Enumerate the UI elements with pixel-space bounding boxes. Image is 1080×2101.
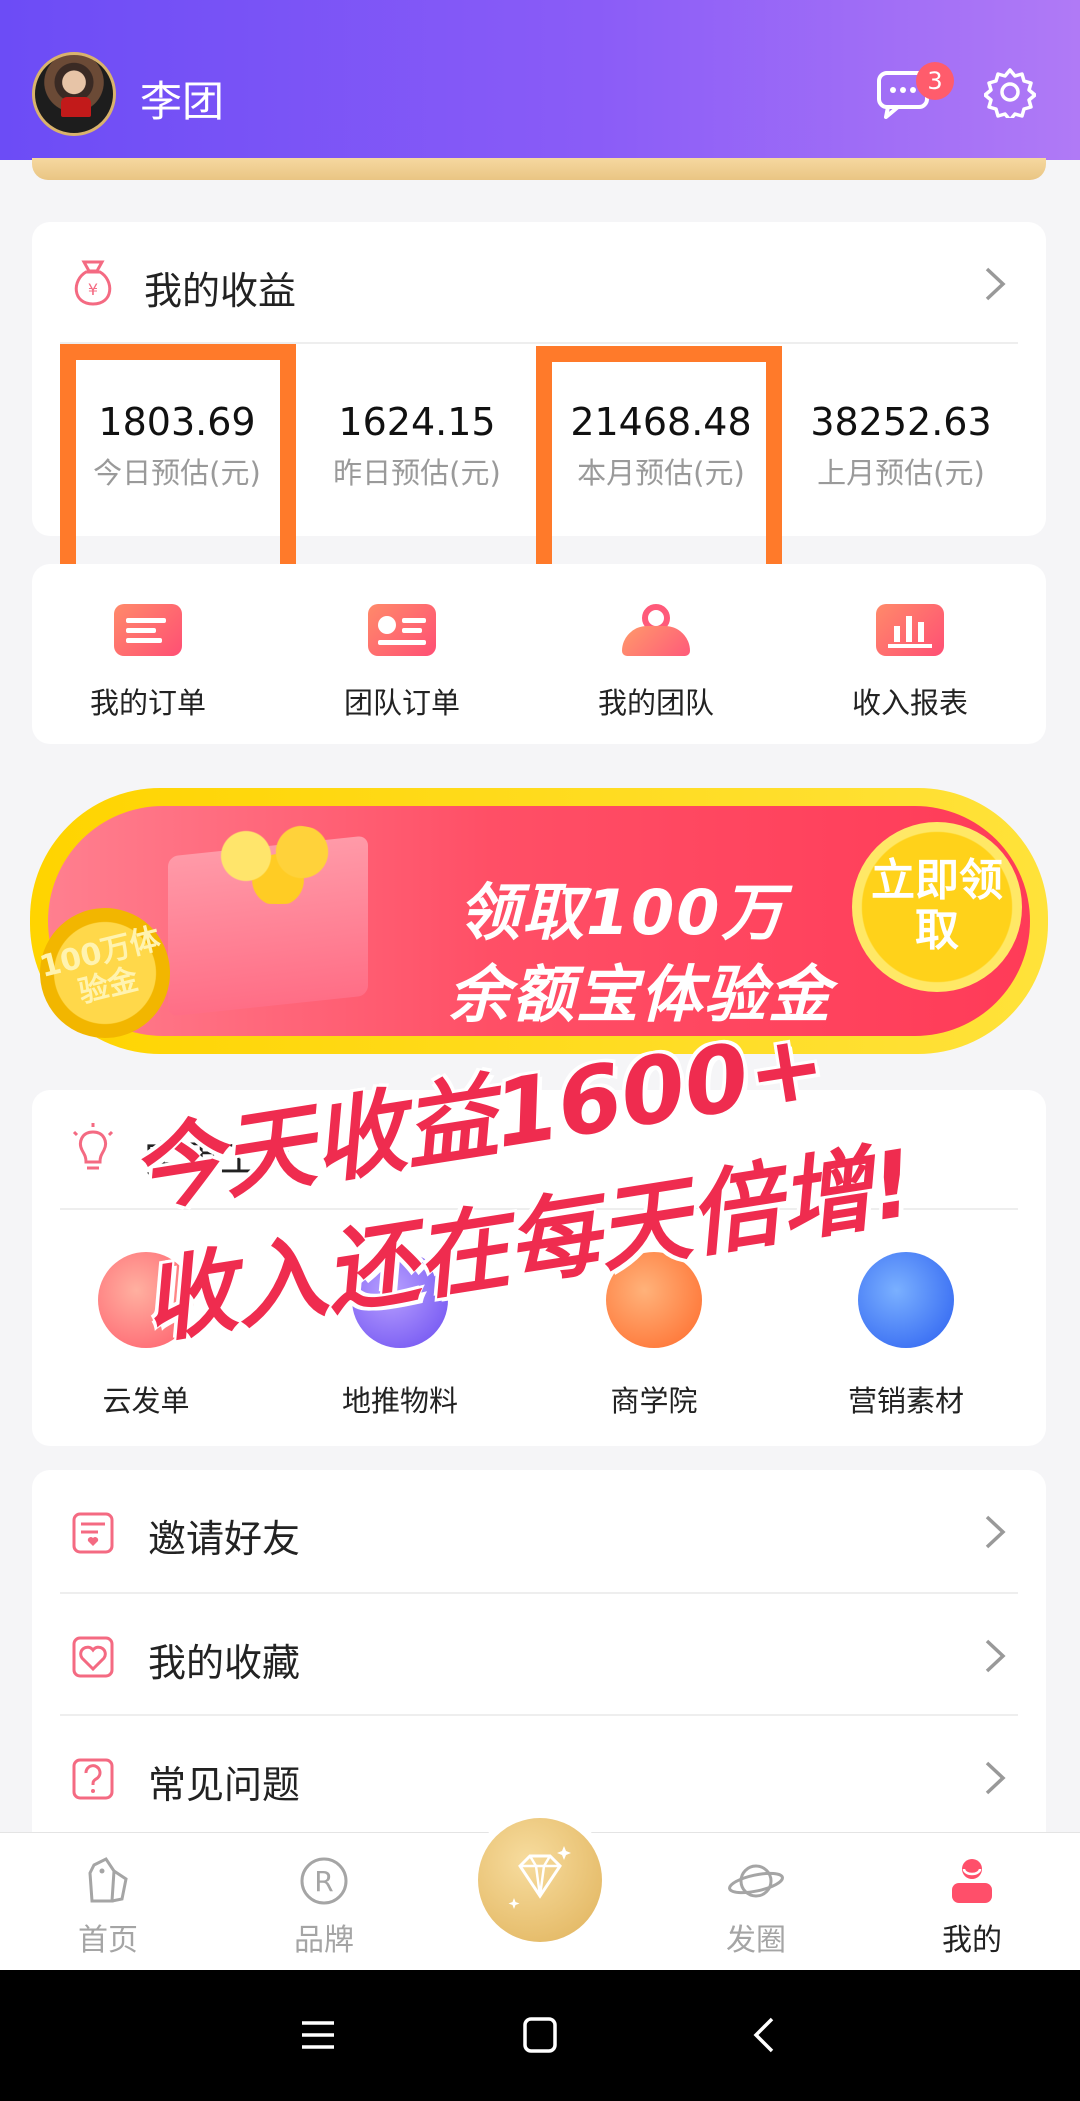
stat-yesterday[interactable]: 1624.15 昨日预估(元) (302, 400, 532, 492)
quick-label: 我的订单 (89, 686, 206, 720)
tab-label: 我的 (942, 1923, 1002, 1958)
favorite-icon (72, 1636, 114, 1678)
tool-marketing[interactable]: 营销素材 (796, 1252, 1016, 1420)
chevron-right-icon (985, 267, 1006, 301)
chevron-right-icon (985, 1515, 1006, 1549)
banner-subline: 余额宝体验金 (448, 958, 833, 1031)
report-icon (876, 604, 944, 656)
banner-headline: 领取100万 (458, 876, 786, 949)
tab-mine[interactable]: 我的 (892, 1833, 1052, 1971)
quick-income-report[interactable]: 收入报表 (810, 604, 1010, 722)
menu-invite-friends[interactable]: 邀请好友 (32, 1470, 1046, 1592)
academy-icon (606, 1252, 702, 1348)
team-icon (622, 604, 690, 656)
stat-value: 38252.63 (810, 400, 992, 444)
lightbulb-icon (72, 1123, 114, 1170)
quick-label: 团队订单 (343, 686, 460, 720)
stat-last-month[interactable]: 38252.63 上月预估(元) (786, 400, 1016, 492)
tool-materials[interactable]: 地推物料 (290, 1252, 510, 1420)
avatar[interactable] (32, 52, 116, 136)
quick-my-orders[interactable]: 我的订单 (48, 604, 248, 722)
tool-label: 营销素材 (847, 1384, 964, 1418)
quick-label: 收入报表 (851, 686, 968, 720)
tab-label: 品牌 (294, 1923, 354, 1958)
promo-banner[interactable]: 领取100万 余额宝体验金 100万体验金 立即领取 (26, 788, 1048, 1054)
tab-label: 发圈 (726, 1923, 786, 1958)
tab-label: 首页 (78, 1923, 138, 1958)
menu-favorites[interactable]: 我的收藏 (32, 1594, 1046, 1716)
gear-icon[interactable] (984, 66, 1036, 118)
cloud-send-icon (98, 1252, 194, 1348)
tools-card: 实用工具 云发单 地推物料 商学院 营销素材 (32, 1090, 1046, 1446)
quick-team-orders[interactable]: 团队订单 (302, 604, 502, 722)
tool-academy[interactable]: 商学院 (544, 1252, 764, 1420)
brand-icon: R (300, 1857, 348, 1905)
home-square-icon[interactable] (522, 2016, 558, 2054)
chevron-right-icon (985, 1639, 1006, 1673)
invite-icon (72, 1512, 114, 1554)
stat-value: 1624.15 (338, 400, 496, 444)
system-nav-bar (0, 1970, 1080, 2101)
marketing-icon (858, 1252, 954, 1348)
planet-icon (728, 1864, 784, 1898)
order-icon (114, 604, 182, 656)
highlight-box-month (536, 346, 782, 592)
faq-icon (72, 1758, 114, 1800)
quick-label: 我的团队 (597, 686, 714, 720)
tab-moments[interactable]: 发圈 (676, 1833, 836, 1971)
materials-icon (352, 1252, 448, 1348)
svg-text:¥: ¥ (88, 280, 98, 299)
back-icon[interactable] (752, 2016, 776, 2054)
coins-illustration (198, 824, 358, 904)
quick-actions-card: 我的订单 团队订单 我的团队 收入报表 (32, 564, 1046, 744)
divider (60, 1208, 1018, 1210)
chevron-right-icon (985, 1761, 1006, 1795)
home-bag-icon (88, 1857, 128, 1903)
earnings-title: 我的收益 (144, 269, 297, 313)
tool-label: 云发单 (102, 1384, 190, 1418)
message-badge: 3 (916, 62, 954, 100)
tool-label: 地推物料 (341, 1384, 458, 1418)
team-order-icon (368, 604, 436, 656)
tool-label: 商学院 (610, 1384, 698, 1418)
username: 李团 (140, 77, 225, 126)
menu-label: 我的收藏 (148, 1641, 301, 1685)
stat-label: 上月预估(元) (817, 456, 985, 490)
profile-icon (952, 1859, 992, 1903)
menu-label: 常见问题 (148, 1763, 301, 1807)
menu-card: 邀请好友 我的收藏 常见问题 (32, 1470, 1046, 1850)
tab-brand[interactable]: R 品牌 (244, 1833, 404, 1971)
menu-label: 邀请好友 (148, 1517, 301, 1561)
quick-my-team[interactable]: 我的团队 (556, 604, 756, 722)
tools-title: 实用工具 (144, 1137, 297, 1181)
diamond-icon (508, 1846, 571, 1909)
stat-label: 昨日预估(元) (333, 456, 501, 490)
menu-icon[interactable] (300, 2018, 336, 2052)
earnings-header[interactable]: ¥ 我的收益 (32, 222, 1046, 342)
highlight-box-today (60, 344, 296, 582)
tab-home[interactable]: 首页 (28, 1833, 188, 1971)
claim-button[interactable]: 立即领取 (852, 822, 1022, 992)
gold-strip (32, 158, 1046, 180)
tool-cloud-send[interactable]: 云发单 (36, 1252, 256, 1420)
money-bag-icon: ¥ (74, 260, 112, 306)
svg-text:R: R (314, 1865, 333, 1898)
app-header: 李团 3 (0, 0, 1080, 160)
center-diamond-button[interactable] (478, 1818, 602, 1942)
